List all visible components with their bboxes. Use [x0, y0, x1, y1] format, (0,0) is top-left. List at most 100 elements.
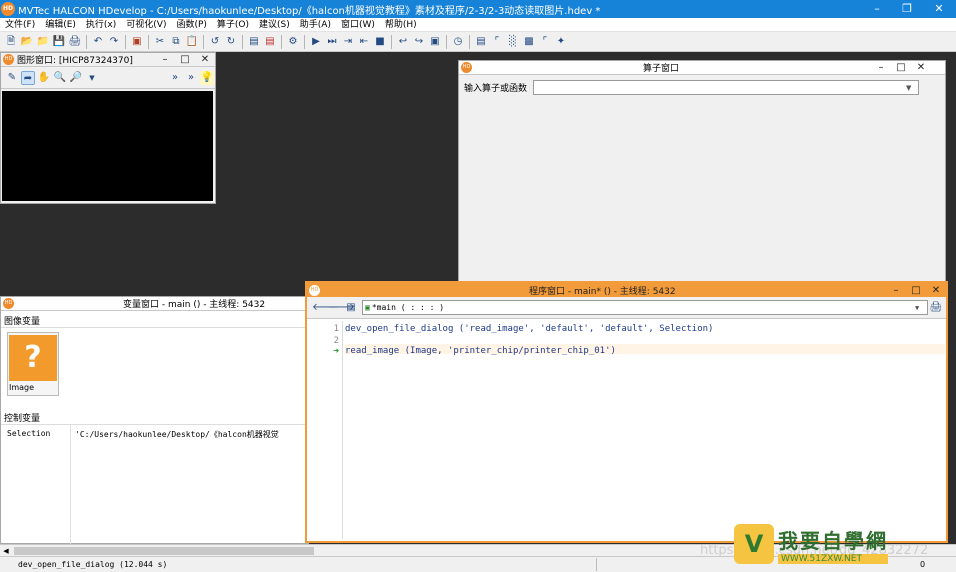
halcon-logo-icon: HD [1, 2, 15, 16]
graphics-canvas[interactable] [2, 91, 213, 201]
feature-histogram-icon[interactable]: ▩ [522, 35, 536, 49]
minimize-button[interactable]: – [871, 62, 891, 73]
step-out-icon[interactable]: ⇤ [357, 35, 371, 49]
back-icon[interactable]: 🡐 [312, 301, 339, 315]
procedure-select[interactable]: ▣ *main ( : : : ) ▼ [362, 300, 928, 315]
toolbar-separator [203, 34, 204, 49]
inspect-icon[interactable]: ⌜ [538, 35, 552, 49]
hand-icon[interactable]: ✋ [37, 71, 51, 85]
operator-window: HD 算子窗口 – □ ✕ 输入算子或函数 ▼ [458, 60, 946, 282]
menu-suggestions[interactable]: 建议(S) [254, 18, 295, 32]
magnify-icon[interactable]: 🔍 [53, 71, 67, 85]
print-icon[interactable]: 🖨 [929, 301, 943, 315]
operator-input[interactable]: ▼ [533, 80, 920, 95]
forward-icon[interactable]: 🡒 [328, 301, 355, 315]
histogram-icon[interactable]: ▤ [474, 35, 488, 49]
menu-bar: 文件(F) 编辑(E) 执行(x) 可视化(V) 函数(P) 算子(O) 建议(… [0, 18, 956, 32]
toolbar-separator [391, 34, 392, 49]
print-icon[interactable]: 🖨 [68, 35, 82, 49]
code-line[interactable]: ➜ read_image (Image, 'printer_chip/print… [309, 345, 616, 357]
menu-edit[interactable]: 编辑(E) [40, 18, 81, 32]
menu-help[interactable]: 帮助(H) [380, 18, 422, 32]
close-button[interactable]: ✕ [922, 0, 956, 18]
procedure-icon[interactable]: ▤ [247, 35, 261, 49]
image-variable-thumbnail[interactable]: ? Image [7, 332, 59, 396]
reset-program-icon[interactable]: ↪ [412, 35, 426, 49]
redo-icon[interactable]: ↷ [107, 35, 121, 49]
minimize-button[interactable]: – [860, 0, 894, 18]
menu-functions[interactable]: 函数(P) [171, 18, 211, 32]
question-mark-icon: ? [9, 335, 57, 381]
variable-window-titlebar: HD 变量窗口 - main () - 主线程: 5432 [1, 297, 308, 311]
edit-icon[interactable]: ✎ [5, 71, 19, 85]
graphics-window: HD 图形窗口: [HICP87324370] – □ ✕ ✎ ➦ ✋ 🔍 🔎 … [0, 52, 216, 204]
new-file-icon[interactable]: 🗎 [4, 35, 18, 49]
zoom-icon[interactable]: 🔎 [69, 71, 83, 85]
undo-icon[interactable]: ↶ [91, 35, 105, 49]
arrow-right-icon[interactable]: ↻ [224, 35, 238, 49]
program-window: HD 程序窗口 - main* () - 主线程: 5432 – □ ✕ 🡐 🡒… [305, 281, 948, 543]
control-variable-name[interactable]: Selection [1, 425, 71, 553]
chevron-down-icon[interactable]: ▼ [915, 304, 927, 312]
maximize-button[interactable]: □ [891, 62, 911, 73]
open-example-icon[interactable]: 📁 [36, 35, 50, 49]
menu-file[interactable]: 文件(F) [0, 18, 40, 32]
close-button[interactable]: ✕ [911, 62, 931, 73]
maximize-button[interactable]: ❐ [890, 0, 924, 18]
graphics-window-title: 图形窗口: [HICP87324370] [17, 56, 133, 66]
more-icon[interactable]: » [168, 71, 182, 85]
maximize-button[interactable]: □ [906, 285, 926, 296]
reset-icon[interactable]: ↩ [396, 35, 410, 49]
cut-icon[interactable]: ✂ [153, 35, 167, 49]
step-into-icon[interactable]: ⇥ [341, 35, 355, 49]
profiler-icon[interactable]: ◷ [451, 35, 465, 49]
line-profile-icon[interactable]: ⌜ [490, 35, 504, 49]
ocr-icon[interactable]: ✦ [554, 35, 568, 49]
graphics-window-titlebar: HD 图形窗口: [HICP87324370] – □ ✕ [1, 53, 215, 67]
variable-window-title: 变量窗口 - main () - 主线程: 5432 [123, 300, 266, 310]
chevron-down-icon[interactable]: ▼ [906, 84, 918, 92]
stop-icon[interactable]: ■ [373, 35, 387, 49]
code-editor[interactable]: 1 dev_open_file_dialog ('read_image', 'd… [309, 321, 946, 539]
chevron-down-icon[interactable]: ▼ [85, 71, 99, 85]
minimize-button[interactable]: – [155, 54, 175, 65]
variable-window: HD 变量窗口 - main () - 主线程: 5432 图像变量 ? Ima… [0, 296, 309, 553]
toolbar-separator [242, 34, 243, 49]
window-tile-icon[interactable]: ▣ [130, 35, 144, 49]
close-button[interactable]: ✕ [195, 54, 215, 65]
menu-operators[interactable]: 算子(O) [212, 18, 254, 32]
more-icon[interactable]: » [184, 71, 198, 85]
procedure-icon: ▣ [365, 303, 370, 312]
arrow-left-icon[interactable]: ↺ [208, 35, 222, 49]
image-variable-name: Image [9, 383, 35, 392]
status-coords: 0 [920, 560, 926, 569]
bulb-icon[interactable]: 💡 [200, 70, 214, 85]
menu-window[interactable]: 窗口(W) [336, 18, 380, 32]
code-line[interactable]: 1 dev_open_file_dialog ('read_image', 'd… [309, 323, 714, 335]
image-variables-header: 图像变量 [1, 311, 308, 328]
toolbar-separator [446, 34, 447, 49]
minimize-button[interactable]: – [886, 285, 906, 296]
save-icon[interactable]: 💾 [52, 35, 66, 49]
close-button[interactable]: ✕ [926, 285, 946, 296]
breakpoint-icon[interactable]: ▤ [263, 35, 277, 49]
scroll-left-icon[interactable]: ◀ [0, 547, 12, 555]
graphics-window-icon[interactable]: ▣ [428, 35, 442, 49]
assistant-icon[interactable]: ⚙ [286, 35, 300, 49]
run-icon[interactable]: ▶ [309, 35, 323, 49]
gray-histogram-icon[interactable]: ░ [506, 35, 520, 49]
menu-visualize[interactable]: 可视化(V) [121, 18, 171, 32]
pointer-icon[interactable]: ➦ [21, 70, 35, 85]
maximize-button[interactable]: □ [175, 54, 195, 65]
open-file-icon[interactable]: 📂 [20, 35, 34, 49]
menu-execute[interactable]: 执行(x) [81, 18, 121, 32]
step-over-icon[interactable]: ⏭ [325, 35, 339, 49]
halcon-logo-icon: HD [3, 298, 14, 309]
scroll-thumb[interactable] [14, 546, 314, 555]
menu-assistants[interactable]: 助手(A) [295, 18, 336, 32]
control-variable-value[interactable]: 'C:/Users/haokunlee/Desktop/《halcon机器视觉 [71, 425, 308, 553]
copy-icon[interactable]: ⧉ [169, 35, 183, 49]
procedure-edit-icon[interactable]: ▤ [344, 301, 358, 315]
image-variables-label: 图像变量 [4, 317, 41, 327]
paste-icon[interactable]: 📋 [185, 35, 199, 49]
